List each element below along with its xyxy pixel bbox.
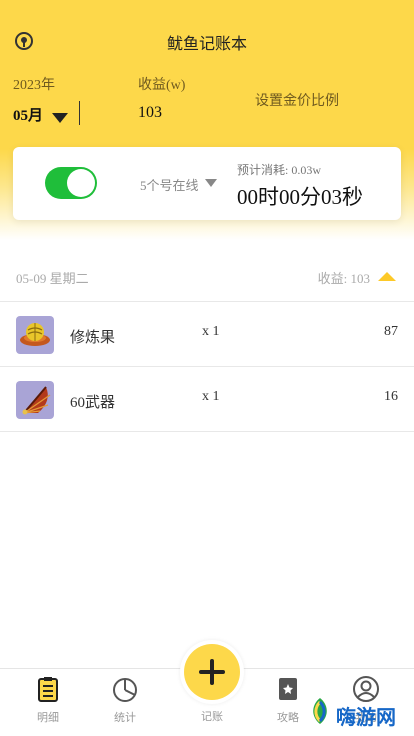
tab-label: 统计	[114, 712, 136, 724]
day-date: 05-09 星期二	[16, 271, 89, 286]
watermark-text: 嗨游网	[336, 705, 396, 729]
divider	[0, 431, 414, 432]
estimated-cost: 预计消耗: 0.03w	[237, 163, 322, 177]
item-quantity: x 1	[202, 324, 220, 339]
online-accounts-selector[interactable]: 5个号在线	[140, 175, 199, 194]
session-toggle[interactable]	[45, 167, 97, 199]
page-title: 鱿鱼记账本	[166, 36, 247, 53]
watermark-logo-icon	[313, 698, 327, 724]
tab-statistics[interactable]: 统计	[95, 669, 155, 736]
income-value: 103	[138, 104, 162, 121]
add-record-button[interactable]	[180, 640, 244, 704]
day-income: 收益: 103	[317, 271, 370, 286]
tab-detail[interactable]: 明细	[18, 669, 78, 736]
year-label: 2023年	[13, 78, 55, 93]
fan-weapon-icon	[16, 381, 54, 419]
chevron-down-icon[interactable]	[205, 179, 217, 187]
pie-chart-icon	[113, 678, 137, 702]
guide-icon	[279, 678, 297, 700]
item-value: 16	[384, 389, 398, 404]
add-icon	[184, 644, 240, 700]
month-selector[interactable]: 05月	[13, 104, 43, 125]
divider	[79, 101, 80, 125]
tab-label: 记账	[201, 711, 223, 723]
chevron-down-icon[interactable]	[52, 113, 68, 123]
chevron-up-icon[interactable]	[378, 272, 396, 281]
set-gold-ratio-button[interactable]: 设置金价比例	[255, 90, 339, 110]
tab-label: 明细	[37, 712, 59, 724]
toggle-knob	[67, 169, 95, 197]
item-quantity: x 1	[202, 389, 220, 404]
fruit-icon	[16, 316, 54, 354]
session-card: 5个号在线 预计消耗: 0.03w 00时00分03秒	[13, 147, 401, 220]
item-value: 87	[384, 324, 398, 339]
item-name: 修炼果	[70, 330, 116, 346]
income-label: 收益(w)	[138, 78, 186, 93]
list-item[interactable]: 60武器 x 1 16	[0, 367, 414, 431]
item-name: 60武器	[70, 395, 116, 411]
session-timer: 00时00分03秒	[237, 185, 363, 209]
day-header[interactable]: 05-09 星期二 收益: 103	[0, 262, 414, 292]
watermark: 嗨游网	[306, 696, 410, 732]
list-item[interactable]: 修炼果 x 1 87	[0, 302, 414, 366]
detail-icon	[38, 677, 58, 702]
